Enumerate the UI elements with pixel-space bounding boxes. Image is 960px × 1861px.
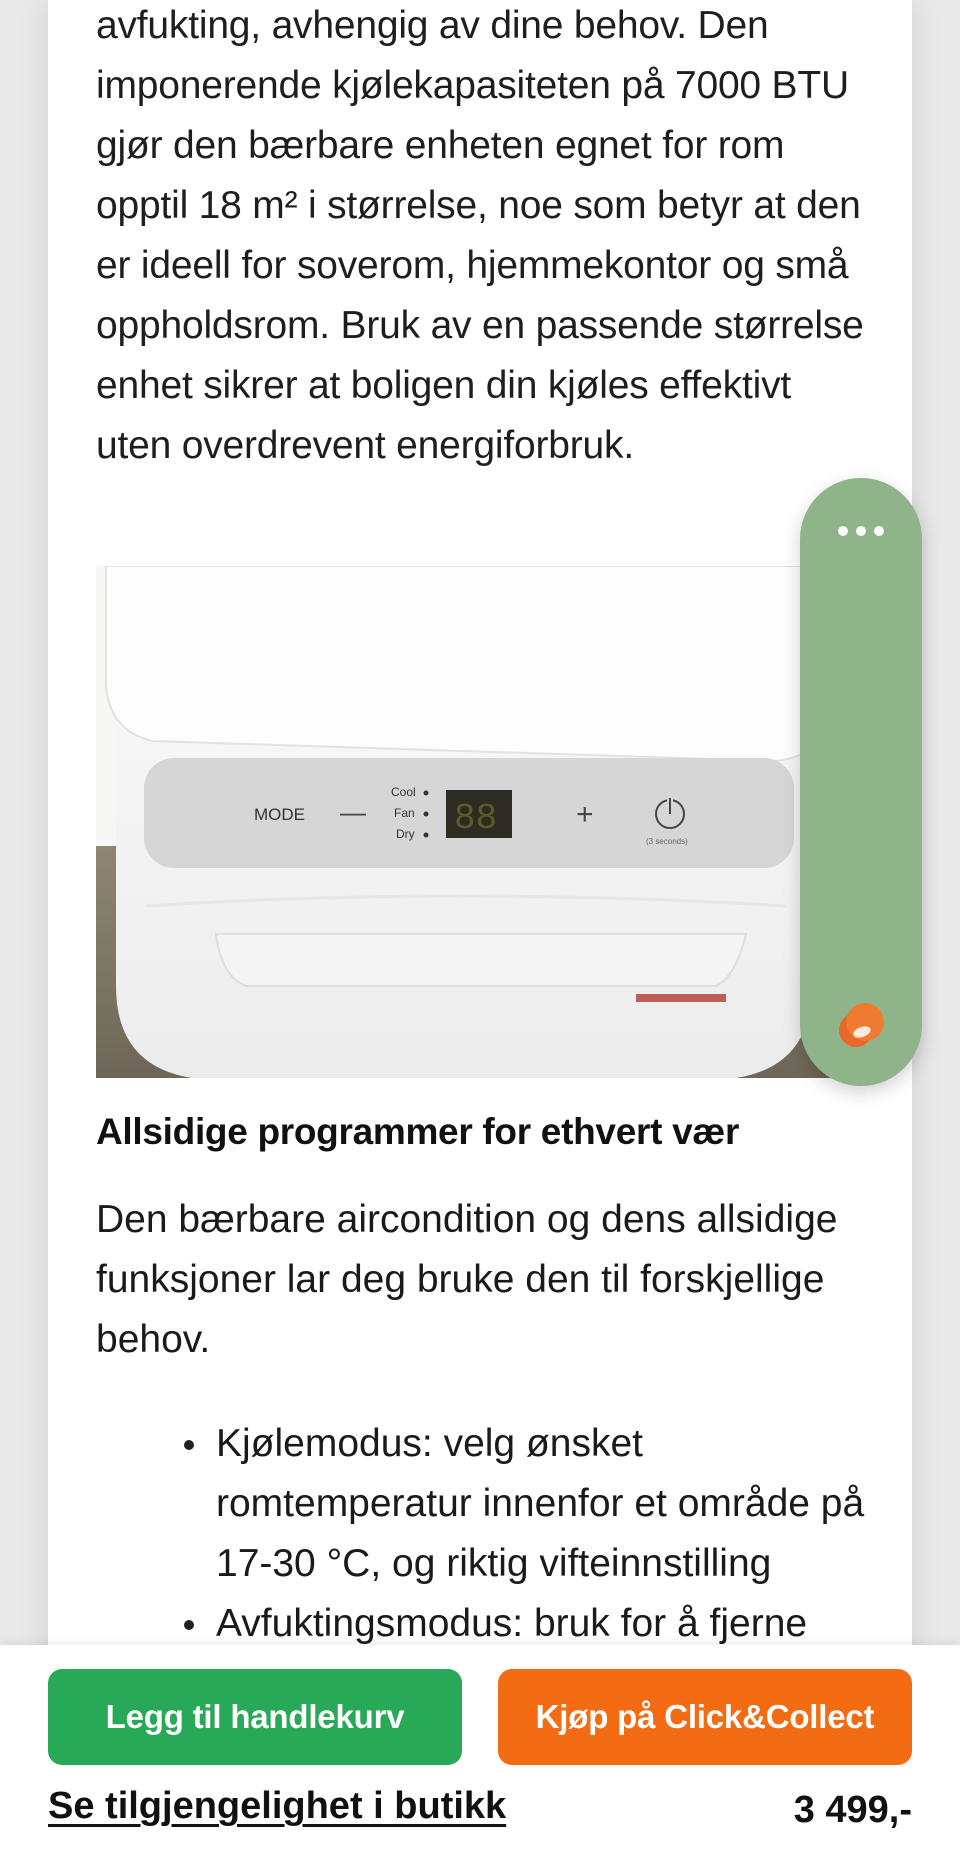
panel-mode-label: MODE bbox=[254, 805, 305, 824]
panel-display: 88 bbox=[454, 798, 497, 839]
more-horizontal-icon[interactable] bbox=[838, 526, 884, 536]
add-to-cart-button[interactable]: Legg til handlekurv bbox=[48, 1669, 462, 1765]
article-paragraph-2: Den bærbare aircondition og dens allsidi… bbox=[96, 1198, 838, 1361]
list-item-text: Avfuktingsmodus: bruk for å fjerne bbox=[216, 1602, 808, 1645]
wifi-hint: (3 seconds) bbox=[646, 837, 688, 846]
bullet-dot bbox=[184, 1440, 194, 1450]
click-and-collect-button[interactable]: Kjøp på Click&Collect bbox=[498, 1669, 912, 1765]
panel-plus: + bbox=[576, 798, 594, 831]
list-item-text: Kjølemodus: velg ønsket romtemperatur in… bbox=[216, 1422, 865, 1585]
list-item: Kjølemodus: velg ønsket romtemperatur in… bbox=[184, 1414, 876, 1594]
article-content: avfukting, avhengig av dine behov. Den i… bbox=[96, 0, 866, 476]
bottom-action-bar: Legg til handlekurv Kjøp på Click&Collec… bbox=[0, 1645, 960, 1861]
floating-side-widget[interactable] bbox=[800, 478, 922, 1086]
bullet-dot bbox=[184, 1620, 194, 1630]
air-conditioner-photo: MODE — Cool Fan Dry 88 + (3 seconds) bbox=[96, 566, 832, 1078]
chat-bubble-icon[interactable] bbox=[834, 998, 888, 1052]
store-availability-link[interactable]: Se tilgjengelighet i butikk bbox=[48, 1785, 506, 1828]
article-paragraph-intro: avfukting, avhengig av dine behov. Den i… bbox=[96, 4, 864, 467]
product-image[interactable]: MODE — Cool Fan Dry 88 + (3 seconds) bbox=[96, 566, 832, 1078]
panel-minus: — bbox=[340, 797, 366, 827]
mode-cool-label: Cool bbox=[391, 785, 416, 799]
feature-list: Kjølemodus: velg ønsket romtemperatur in… bbox=[184, 1414, 876, 1654]
mode-dry-label: Dry bbox=[396, 827, 415, 841]
product-price: 3 499,- bbox=[793, 1789, 912, 1831]
mode-fan-label: Fan bbox=[394, 806, 415, 820]
section-heading: Allsidige programmer for ethvert vær bbox=[96, 1111, 740, 1152]
